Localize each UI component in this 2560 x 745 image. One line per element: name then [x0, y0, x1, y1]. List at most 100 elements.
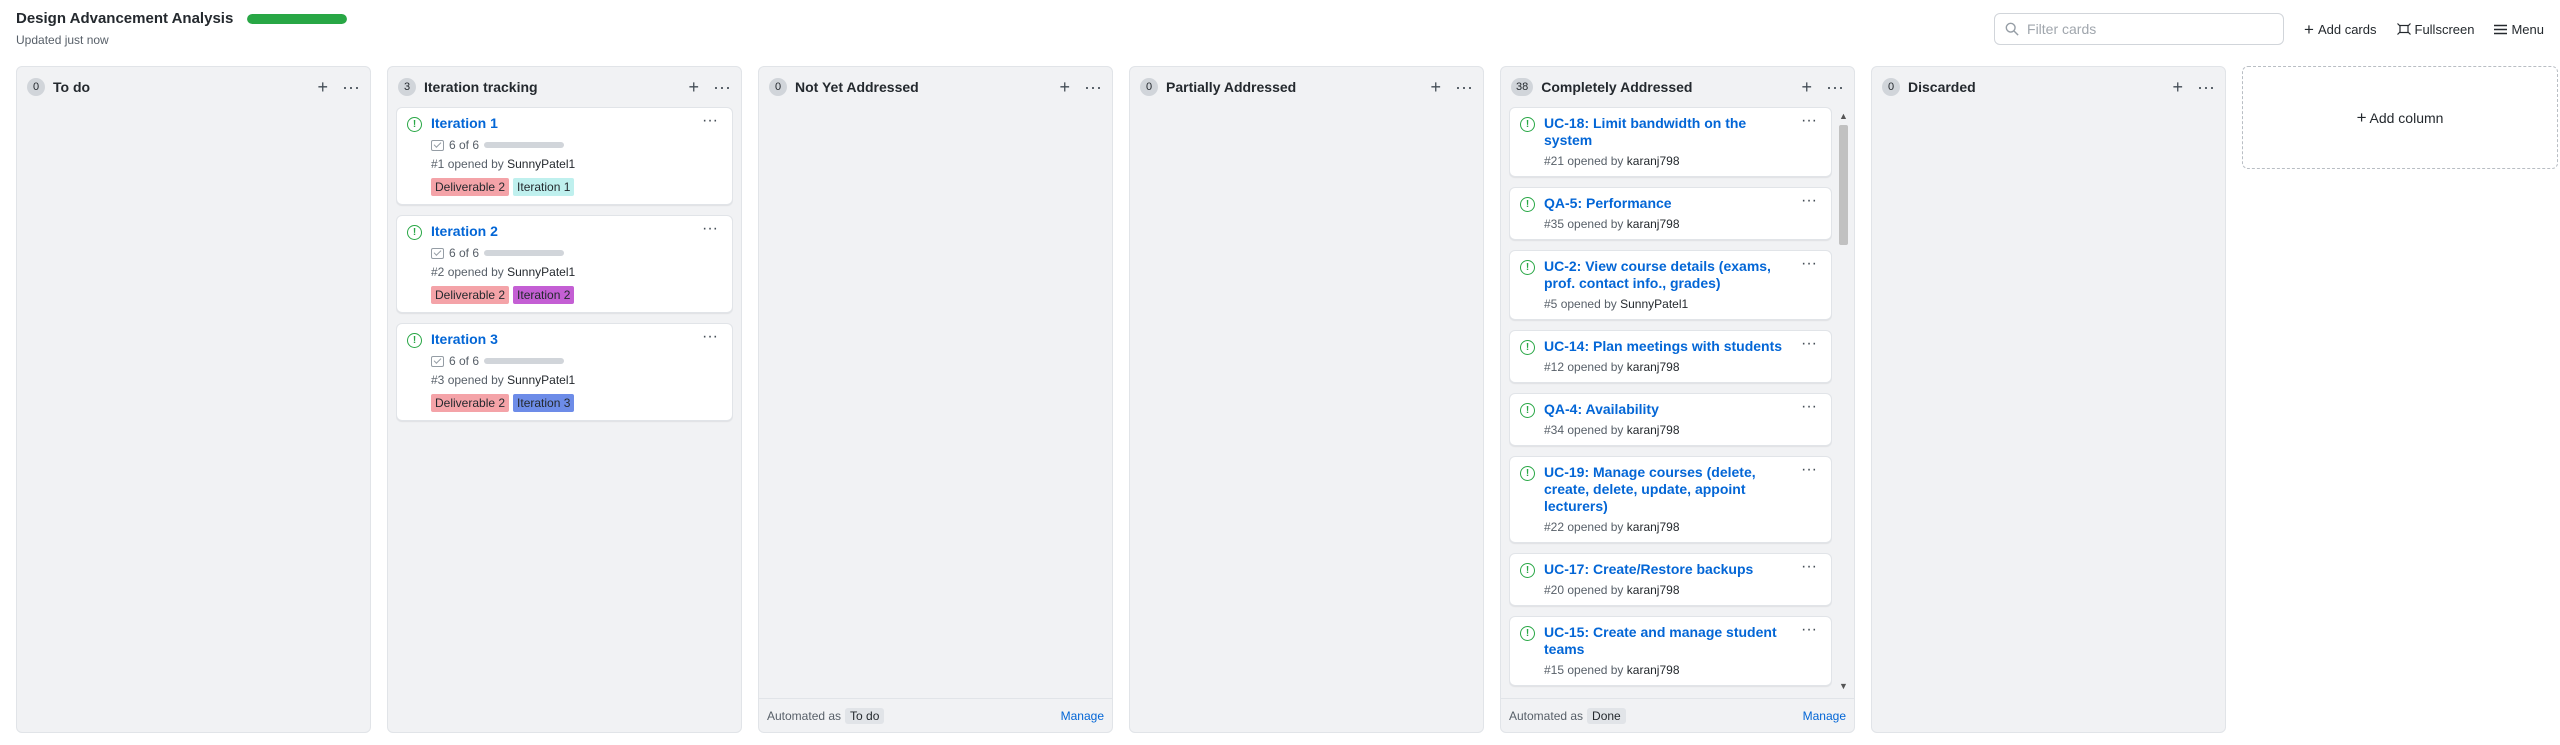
- opened-by-text: opened by: [447, 265, 504, 279]
- add-card-plus-icon[interactable]: +: [2173, 78, 2184, 96]
- issue-card[interactable]: ! ··· UC-18: Limit bandwidth on the system…: [1509, 107, 1832, 177]
- column-menu-icon[interactable]: ···: [1826, 78, 1844, 96]
- column-card-count: 3: [398, 78, 416, 96]
- filter-cards-input[interactable]: [2027, 21, 2268, 37]
- issue-label[interactable]: Deliverable 2: [431, 178, 510, 196]
- add-card-plus-icon[interactable]: +: [318, 78, 329, 96]
- issue-card[interactable]: ! ··· UC-15: Create and manage student tea…: [1509, 616, 1832, 686]
- issue-title-link[interactable]: UC-15: Create and manage student teams: [1544, 624, 1821, 658]
- card-menu-icon[interactable]: ···: [702, 328, 718, 346]
- issue-number: #21: [1544, 154, 1565, 168]
- add-column-button[interactable]: + Add column: [2242, 66, 2558, 169]
- issue-meta: #1 opened by SunnyPatel1: [431, 157, 722, 171]
- issue-title-link[interactable]: UC-19: Manage courses (delete, create, d…: [1544, 464, 1821, 515]
- issue-card[interactable]: ! ··· Iteration 16 of 6 #1 opened by SunnyP…: [396, 107, 733, 205]
- author-link[interactable]: karanj798: [1627, 360, 1680, 374]
- issue-card[interactable]: ! ··· UC-14: Plan meetings with students #1…: [1509, 330, 1832, 383]
- author-link[interactable]: karanj798: [1627, 154, 1680, 168]
- card-list: ! ··· UC-18: Limit bandwidth on the system…: [1509, 107, 1832, 692]
- author-link[interactable]: SunnyPatel1: [507, 265, 575, 279]
- issue-card[interactable]: ! ··· UC-19: Manage courses (delete, creat…: [1509, 456, 1832, 543]
- add-card-plus-icon[interactable]: +: [1060, 78, 1071, 96]
- add-cards-button[interactable]: + Add cards: [2304, 21, 2376, 38]
- card-menu-icon[interactable]: ···: [702, 112, 718, 130]
- open-issue-icon: !: [1520, 117, 1535, 132]
- issue-label[interactable]: Deliverable 2: [431, 286, 510, 304]
- add-card-plus-icon[interactable]: +: [689, 78, 700, 96]
- issue-card[interactable]: ! ··· Iteration 26 of 6 #2 opened by SunnyP…: [396, 215, 733, 313]
- author-link[interactable]: karanj798: [1627, 423, 1680, 437]
- column-name[interactable]: Partially Addressed: [1166, 79, 1431, 95]
- column-menu-icon[interactable]: ···: [2197, 78, 2215, 96]
- scroll-down-arrow-icon[interactable]: ▼: [1839, 681, 1848, 691]
- automated-as-text: Automated as: [767, 708, 842, 723]
- card-menu-icon[interactable]: ···: [702, 220, 718, 238]
- column-name[interactable]: Iteration tracking: [424, 79, 689, 95]
- issue-title-link[interactable]: Iteration 1: [431, 115, 722, 132]
- column-name[interactable]: Discarded: [1908, 79, 2173, 95]
- author-link[interactable]: SunnyPatel1: [1620, 297, 1688, 311]
- issue-label[interactable]: Deliverable 2: [431, 394, 510, 412]
- card-menu-icon[interactable]: ···: [1801, 192, 1817, 210]
- issue-label[interactable]: Iteration 2: [513, 286, 575, 304]
- issue-title-link[interactable]: QA-5: Performance: [1544, 195, 1821, 212]
- column-menu-icon[interactable]: ···: [342, 78, 360, 96]
- issue-meta: #20 opened by karanj798: [1544, 583, 1821, 597]
- open-issue-icon: !: [1520, 340, 1535, 355]
- menu-button[interactable]: Menu: [2494, 22, 2544, 37]
- card-menu-icon[interactable]: ···: [1801, 558, 1817, 576]
- scroll-up-arrow-icon[interactable]: ▲: [1839, 111, 1848, 121]
- issue-title-link[interactable]: UC-18: Limit bandwidth on the system: [1544, 115, 1821, 149]
- issue-title-link[interactable]: UC-14: Plan meetings with students: [1544, 338, 1821, 355]
- issue-card[interactable]: ! ··· UC-2: View course details (exams, pr…: [1509, 250, 1832, 320]
- card-menu-icon[interactable]: ···: [1801, 335, 1817, 353]
- issue-title-link[interactable]: QA-4: Availability: [1544, 401, 1821, 418]
- scrollbar-thumb[interactable]: [1839, 125, 1848, 245]
- open-issue-icon: !: [1520, 563, 1535, 578]
- add-card-plus-icon[interactable]: +: [1431, 78, 1442, 96]
- issue-card[interactable]: ! ··· QA-5: Performance #35 opened by karan…: [1509, 187, 1832, 240]
- fullscreen-label: Fullscreen: [2414, 21, 2475, 37]
- manage-automation-link[interactable]: Manage: [1061, 709, 1104, 723]
- header-actions: + Add cards Fullscreen Menu: [1994, 13, 2544, 45]
- fullscreen-button[interactable]: Fullscreen: [2396, 21, 2475, 37]
- card-menu-icon[interactable]: ···: [1801, 398, 1817, 416]
- author-link[interactable]: SunnyPatel1: [507, 157, 575, 171]
- author-link[interactable]: karanj798: [1627, 663, 1680, 677]
- author-link[interactable]: karanj798: [1627, 217, 1680, 231]
- card-menu-icon[interactable]: ···: [1801, 621, 1817, 639]
- manage-automation-link[interactable]: Manage: [1803, 709, 1846, 723]
- filter-cards-field[interactable]: [1994, 13, 2285, 45]
- author-link[interactable]: karanj798: [1627, 583, 1680, 597]
- issue-title-link[interactable]: Iteration 3: [431, 331, 722, 348]
- checklist-icon: [431, 139, 444, 151]
- column-name[interactable]: Completely Addressed: [1541, 79, 1801, 95]
- issue-title-link[interactable]: UC-17: Create/Restore backups: [1544, 561, 1821, 578]
- author-link[interactable]: karanj798: [1627, 520, 1680, 534]
- author-link[interactable]: SunnyPatel1: [507, 373, 575, 387]
- card-menu-icon[interactable]: ···: [1801, 255, 1817, 273]
- issue-label[interactable]: Iteration 1: [513, 178, 575, 196]
- fullscreen-icon: [2396, 23, 2411, 35]
- card-menu-icon[interactable]: ···: [1801, 112, 1817, 130]
- checklist-icon: [431, 247, 444, 259]
- task-progress-bar: [484, 358, 565, 364]
- column-name[interactable]: To do: [53, 79, 318, 95]
- menu-icon: [2494, 24, 2508, 34]
- column-menu-icon[interactable]: ···: [1455, 78, 1473, 96]
- card-menu-icon[interactable]: ···: [1801, 461, 1817, 479]
- column-menu-icon[interactable]: ···: [713, 78, 731, 96]
- issue-card[interactable]: ! ··· UC-17: Create/Restore backups #20 ope…: [1509, 553, 1832, 606]
- add-card-plus-icon[interactable]: +: [1802, 78, 1813, 96]
- issue-label[interactable]: Iteration 3: [513, 394, 575, 412]
- column-menu-icon[interactable]: ···: [1084, 78, 1102, 96]
- issue-title-link[interactable]: Iteration 2: [431, 223, 722, 240]
- project-title[interactable]: Design Advancement Analysis: [16, 10, 233, 27]
- issue-card[interactable]: ! ··· Iteration 36 of 6 #3 opened by SunnyP…: [396, 323, 733, 421]
- issue-title-link[interactable]: UC-2: View course details (exams, prof. …: [1544, 258, 1821, 292]
- issue-meta: #15 opened by karanj798: [1544, 663, 1821, 677]
- column-header: 0 Discarded + ···: [1872, 67, 2225, 107]
- column-name[interactable]: Not Yet Addressed: [795, 79, 1060, 95]
- issue-card[interactable]: ! ··· QA-4: Availability #34 opened by kara…: [1509, 393, 1832, 446]
- column-scrollbar[interactable]: ▲ ▼: [1837, 111, 1849, 691]
